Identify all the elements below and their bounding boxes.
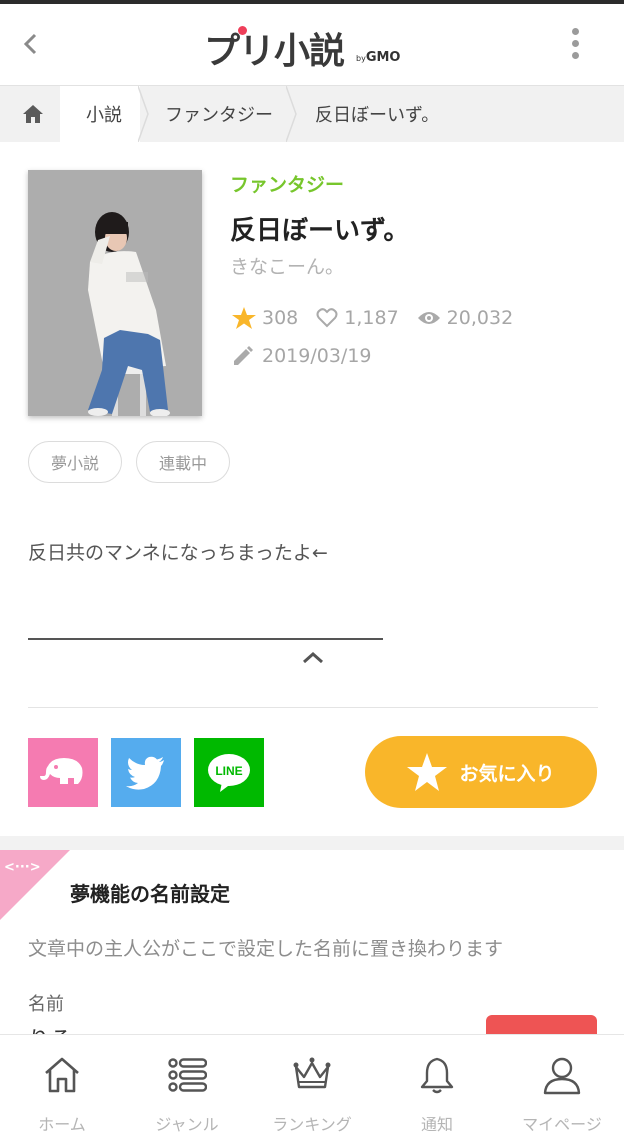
logo-text: プリ小説 — [204, 31, 345, 72]
stat-likes: 1,187 — [316, 307, 399, 329]
breadcrumb-separator — [138, 86, 149, 142]
line-logo-text: LINE — [215, 764, 242, 778]
tag-list: 夢小説 連載中 — [28, 441, 244, 483]
chevron-left-icon — [23, 33, 37, 55]
logo-by-gmo: byGMO — [356, 50, 401, 65]
nav-home[interactable]: ホーム — [0, 1035, 124, 1142]
nav-mypage-label: マイページ — [522, 1115, 602, 1134]
dream-settings-description: 文章中の主人公がここで設定した名前に置き換わります — [28, 938, 504, 960]
views-count: 20,032 — [446, 307, 514, 329]
nav-notifications-label: 通知 — [420, 1115, 453, 1134]
breadcrumb-home[interactable] — [22, 86, 44, 142]
book-stats: 308 1,187 20,032 — [232, 304, 531, 332]
section-gap — [0, 836, 624, 850]
book-title: 反日ぼーいず。 — [230, 216, 410, 246]
nav-ranking[interactable]: ランキング — [250, 1035, 374, 1142]
stars-count: 308 — [262, 307, 299, 329]
dream-settings-heading: 夢機能の名前設定 — [70, 882, 230, 906]
name-field-label: 名前 — [28, 994, 64, 1015]
share-elephant-button[interactable] — [28, 738, 98, 807]
bottom-navigation: ホーム ジャンル ランキング 通知 マイページ — [0, 1034, 624, 1142]
book-cover-image[interactable] — [28, 170, 202, 416]
dot-icon — [572, 28, 579, 35]
breadcrumb-item-current: 反日ぼーいず。 — [315, 105, 440, 126]
breadcrumb-separator — [286, 86, 297, 142]
share-line-button[interactable]: LINE — [194, 738, 264, 807]
book-genre[interactable]: ファンタジー — [230, 170, 344, 197]
user-icon — [543, 1057, 581, 1095]
more-menu-button[interactable] — [562, 24, 590, 64]
list-icon — [168, 1058, 207, 1092]
heart-icon — [316, 308, 338, 328]
home-icon — [23, 105, 43, 123]
elephant-icon — [40, 757, 83, 784]
star-icon — [407, 753, 448, 791]
stat-stars: 308 — [232, 307, 298, 329]
line-logo-icon: LINE — [208, 753, 250, 792]
breadcrumb-item-novel[interactable]: 小説 — [86, 86, 122, 142]
favorite-label: お気に入り — [459, 762, 555, 785]
stat-views: 20,032 — [417, 307, 513, 329]
add-favorite-button[interactable]: お気に入り — [365, 736, 597, 808]
nav-notifications[interactable]: 通知 — [375, 1035, 499, 1142]
dot-icon — [572, 52, 579, 59]
tag-serializing[interactable]: 連載中 — [136, 441, 231, 483]
star-icon — [232, 307, 256, 329]
synopsis-text: 反日共のマンネになっちまったよ← — [28, 542, 328, 564]
section-divider — [28, 707, 598, 708]
dream-corner-label: <···> — [4, 860, 41, 875]
breadcrumb: 小説 ファンタジー 反日ぼーいず。 — [0, 86, 624, 142]
logo-dot — [238, 26, 247, 35]
home-icon — [45, 1057, 79, 1093]
nav-home-label: ホーム — [38, 1115, 86, 1134]
date-text: 2019/03/19 — [262, 345, 372, 367]
nav-genre[interactable]: ジャンル — [125, 1035, 249, 1142]
updated-date: 2019/03/19 — [232, 342, 372, 370]
twitter-bird-icon — [126, 756, 164, 790]
crown-icon — [293, 1057, 331, 1089]
dot-icon — [572, 40, 579, 47]
nav-ranking-label: ランキング — [272, 1115, 352, 1134]
back-button[interactable] — [14, 26, 50, 62]
breadcrumb-item-fantasy[interactable]: ファンタジー — [165, 86, 273, 142]
cover-photo — [28, 170, 202, 416]
app-header: プリ小説 byGMO — [0, 4, 624, 86]
tag-dream-novel[interactable]: 夢小説 — [28, 441, 123, 483]
site-logo[interactable]: プリ小説 byGMO — [204, 22, 424, 72]
nav-mypage[interactable]: マイページ — [500, 1035, 624, 1142]
synopsis-rule — [28, 638, 383, 640]
share-twitter-button[interactable] — [111, 738, 181, 807]
chevron-up-icon — [303, 651, 323, 664]
nav-genre-label: ジャンル — [155, 1115, 219, 1134]
bell-icon — [420, 1057, 454, 1094]
book-author[interactable]: きなこーん。 — [230, 252, 344, 279]
likes-count: 1,187 — [344, 307, 399, 329]
collapse-synopsis-button[interactable] — [300, 648, 326, 668]
pencil-icon — [234, 346, 253, 365]
eye-icon — [417, 312, 440, 324]
